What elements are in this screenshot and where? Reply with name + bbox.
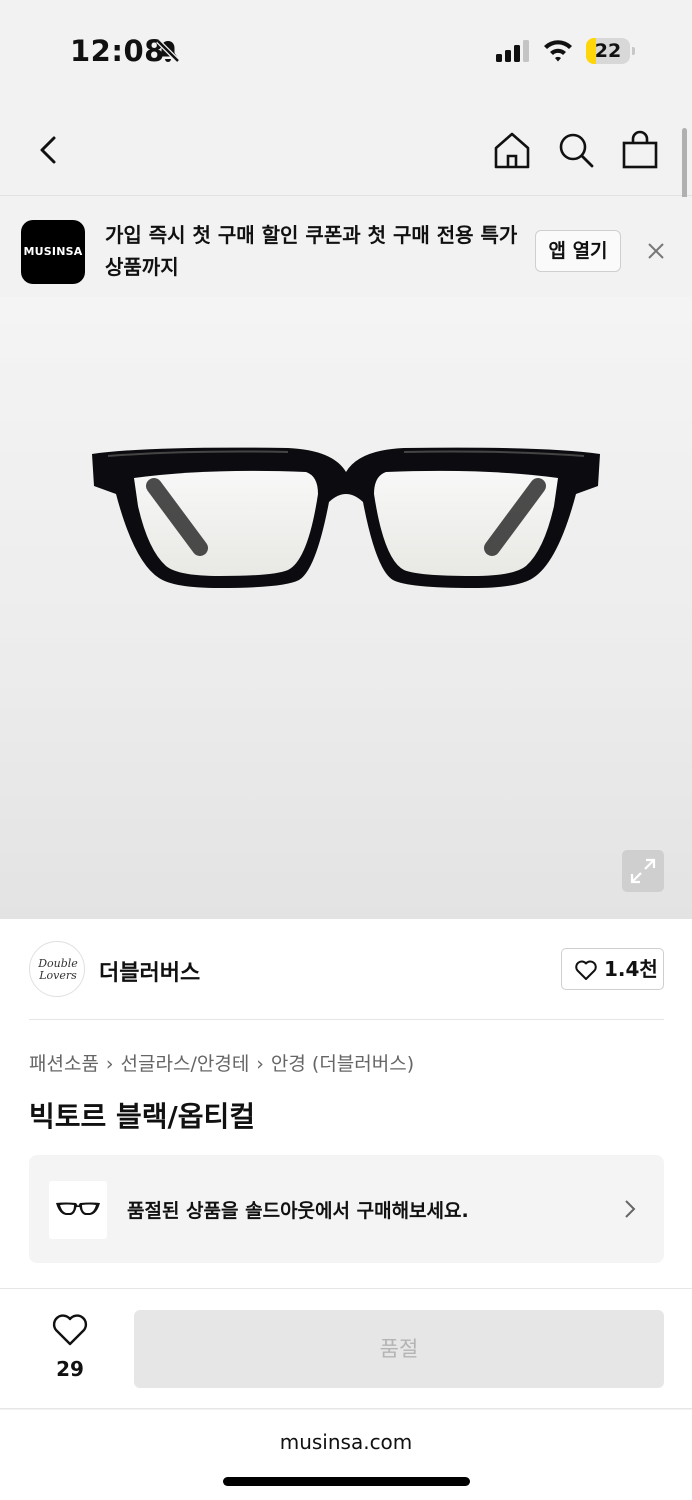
brand-name[interactable]: 더블러버스 (99, 955, 200, 987)
banner-message: 가입 즉시 첫 구매 할인 쿠폰과 첫 구매 전용 특가 상품까지 (105, 223, 518, 279)
soldout-promo-card[interactable]: 품절된 상품을 솔드아웃에서 구매해보세요. (29, 1155, 664, 1263)
top-nav-bar (0, 100, 692, 196)
brand-logo-line1: Double (38, 957, 78, 970)
breadcrumb-item[interactable]: 패션소품 (29, 1053, 99, 1075)
home-icon[interactable] (492, 130, 532, 174)
battery-icon: 22 (586, 38, 635, 64)
wifi-icon (542, 38, 574, 66)
chevron-right-icon (623, 1197, 637, 1225)
expand-image-button[interactable] (622, 850, 664, 892)
product-image[interactable] (0, 297, 692, 919)
heart-icon (575, 960, 597, 980)
brand-like-count: 1.4천 (604, 957, 658, 981)
close-icon[interactable] (646, 241, 666, 265)
battery-level: 22 (594, 40, 622, 62)
divider (29, 1019, 664, 1020)
home-indicator[interactable] (223, 1477, 470, 1486)
url-display[interactable]: musinsa.com (0, 1430, 692, 1454)
chevron-right-icon: › (256, 1053, 264, 1075)
open-app-button[interactable]: 앱 열기 (535, 230, 621, 272)
status-bar: 12:08 22 (0, 0, 692, 100)
status-time: 12:08 (70, 34, 165, 68)
soldout-promo-text: 품절된 상품을 솔드아웃에서 구매해보세요. (127, 1200, 469, 1222)
bell-muted-icon (155, 38, 181, 68)
brand-like-button[interactable]: 1.4천 (561, 948, 664, 990)
heart-icon (52, 1314, 88, 1346)
cellular-signal-icon (496, 40, 532, 66)
brand-logo[interactable]: Double Lovers (29, 941, 85, 997)
bottom-action-bar: 29 품절 (0, 1288, 692, 1409)
breadcrumb-item[interactable]: 선글라스/안경테 (121, 1053, 250, 1075)
product-title: 빅토르 블랙/옵티컬 (29, 1100, 256, 1133)
glasses-product-photo (92, 447, 600, 588)
shopping-bag-icon[interactable] (620, 130, 660, 174)
wishlist-button[interactable]: 29 (30, 1313, 110, 1383)
chevron-right-icon: › (105, 1053, 114, 1075)
soldout-thumbnail (49, 1181, 107, 1239)
app-install-banner: MUSINSA 가입 즉시 첫 구매 할인 쿠폰과 첫 구매 전용 특가 상품까… (0, 197, 692, 297)
product-info-section: Double Lovers 더블러버스 1.4천 패션소품 › 선글라스/안경테 › 안… (0, 919, 692, 1289)
soldout-button[interactable]: 품절 (134, 1310, 664, 1388)
breadcrumb-item[interactable]: 안경 (더블러버스) (271, 1053, 414, 1075)
search-icon[interactable] (556, 130, 596, 174)
back-chevron-icon[interactable] (30, 130, 70, 170)
breadcrumb: 패션소품 › 선글라스/안경테 › 안경 (더블러버스) (29, 1049, 414, 1076)
glasses-thumbnail-icon (56, 1202, 100, 1215)
musinsa-app-logo: MUSINSA (21, 220, 85, 284)
wishlist-count: 29 (56, 1357, 84, 1381)
brand-logo-line2: Lovers (39, 969, 77, 982)
browser-address-bar: musinsa.com (0, 1410, 692, 1500)
